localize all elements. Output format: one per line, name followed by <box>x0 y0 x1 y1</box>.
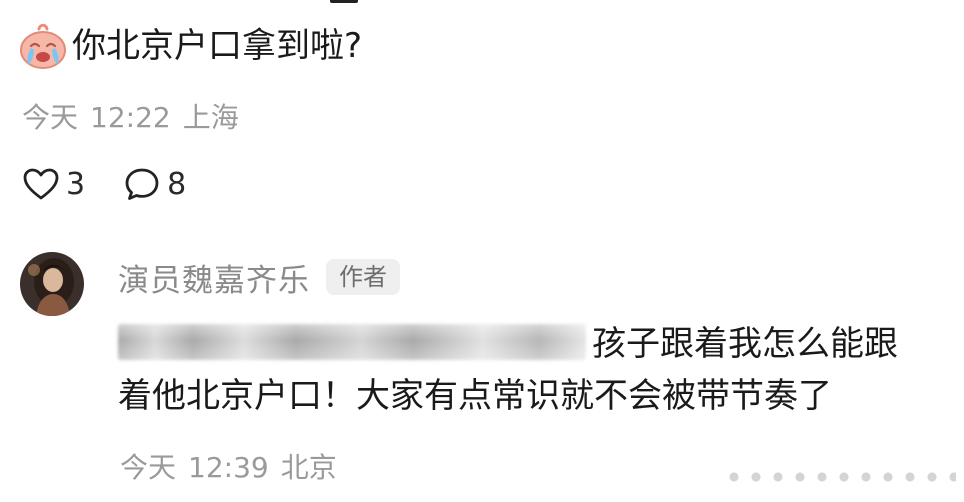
author-avatar[interactable] <box>20 252 84 316</box>
post-location: 上海 <box>182 101 239 134</box>
reply-location: 北京 <box>280 451 337 484</box>
heart-icon <box>23 168 59 200</box>
reply-meta: 今天 12:39 北京 <box>120 450 337 486</box>
like-button[interactable]: 3 <box>22 167 85 202</box>
comment-bubble-icon <box>125 168 159 200</box>
post-time: 12:22 <box>90 101 171 134</box>
author-badge: 作者 <box>326 259 400 295</box>
comment-button[interactable]: 8 <box>123 166 186 202</box>
reply-text: 孩子跟着我怎么能跟 着他北京户口！大家有点常识就不会被带节奏了 <box>118 318 938 422</box>
reply-date: 今天 <box>120 451 177 484</box>
author-name[interactable]: 演员魏嘉齐乐 <box>118 255 310 300</box>
reply-line-1-visible: 孩子跟着我怎么能跟 <box>592 324 898 364</box>
redacted-text <box>118 324 586 360</box>
crying-face-icon <box>18 21 68 71</box>
top-divider <box>330 0 358 3</box>
post-meta: 今天 12:22 上海 <box>22 100 239 136</box>
author-row: 演员魏嘉齐乐 作者 <box>118 254 400 300</box>
post-actions: 3 8 <box>22 164 186 204</box>
question-row: 你北京户口拿到啦? <box>18 18 362 74</box>
post-date: 今天 <box>22 101 79 134</box>
comment-count: 8 <box>167 166 187 202</box>
reply-time: 12:39 <box>188 451 269 484</box>
reply-line-2: 着他北京户口！大家有点常识就不会被带节奏了 <box>118 376 832 416</box>
like-count: 3 <box>66 166 86 202</box>
reply-line-1: 孩子跟着我怎么能跟 <box>118 318 938 370</box>
watermark <box>724 466 956 488</box>
question-text: 你北京户口拿到啦? <box>72 26 363 66</box>
